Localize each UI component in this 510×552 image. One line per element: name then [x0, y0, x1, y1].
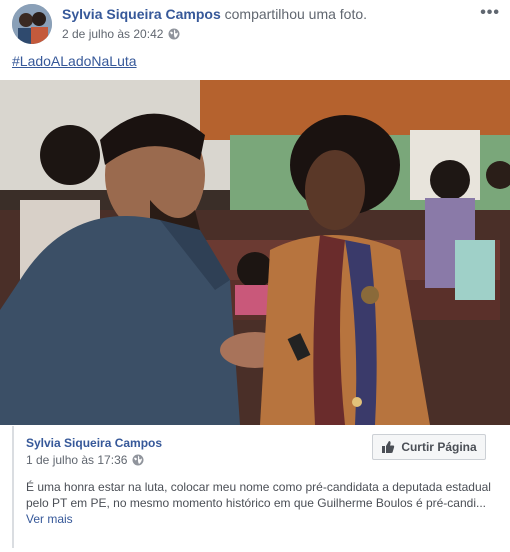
- post-author-name[interactable]: Sylvia Siqueira Campos: [62, 6, 221, 22]
- globe-icon: [168, 28, 180, 40]
- shared-timestamp[interactable]: 1 de julho às 17:36: [26, 453, 127, 467]
- author-avatar[interactable]: [12, 4, 52, 44]
- shared-post-text: É uma honra estar na luta, colocar meu n…: [26, 480, 491, 510]
- like-page-button[interactable]: Curtir Página: [372, 434, 486, 460]
- post-timestamp[interactable]: 2 de julho às 20:42: [62, 27, 163, 41]
- photo-image: [0, 80, 510, 425]
- post-author-line: Sylvia Siqueira Campos compartilhou uma …: [62, 6, 367, 22]
- post-photo[interactable]: [0, 80, 510, 425]
- thumbs-up-icon: [382, 441, 395, 453]
- post-action-text: compartilhou uma foto.: [224, 6, 368, 22]
- like-page-label: Curtir Página: [401, 440, 477, 454]
- post-hashtag[interactable]: #LadoALadoNaLuta: [12, 53, 137, 69]
- globe-icon: [132, 454, 144, 466]
- post-header: Sylvia Siqueira Campos compartilhou uma …: [0, 0, 510, 48]
- see-more-link[interactable]: Ver mais: [26, 512, 73, 526]
- shared-author-name[interactable]: Sylvia Siqueira Campos: [26, 436, 162, 450]
- post-meta: 2 de julho às 20:42: [62, 27, 180, 41]
- shared-post-card: Sylvia Siqueira Campos 1 de julho às 17:…: [12, 426, 498, 548]
- more-options-icon[interactable]: •••: [480, 4, 500, 22]
- avatar-image: [12, 4, 52, 44]
- shared-meta: 1 de julho às 17:36: [26, 453, 144, 467]
